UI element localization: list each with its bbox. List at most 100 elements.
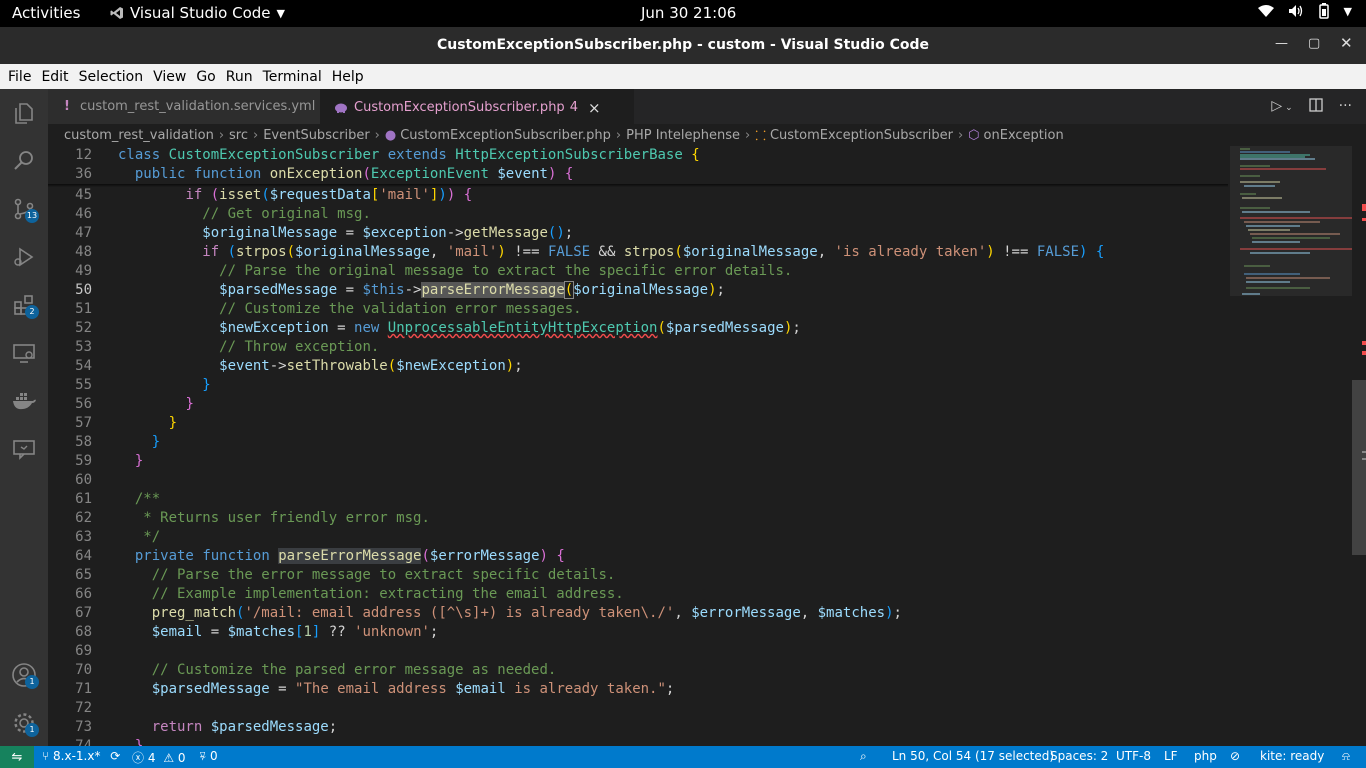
antenna-icon: ⍫	[199, 749, 207, 763]
activity-bar: 13 2 1 1	[0, 89, 48, 746]
code-line: 55 }	[75, 377, 211, 393]
encoding[interactable]: UTF-8	[1116, 749, 1151, 763]
code-editor[interactable]: 12 class CustomExceptionSubscriber extend…	[48, 146, 1228, 746]
chevron-right-icon: ›	[218, 127, 225, 143]
kite-status[interactable]: kite: ready	[1260, 749, 1324, 763]
ports-count: 0	[210, 749, 218, 763]
breadcrumb-item[interactable]: CustomExceptionSubscriber	[770, 128, 953, 143]
remote-indicator[interactable]: ⇋	[0, 746, 34, 768]
ports-indicator[interactable]: ⍫ 0	[199, 749, 218, 764]
breadcrumb-item[interactable]: PHP Intelephense	[626, 128, 740, 143]
end-of-line[interactable]: LF	[1164, 749, 1178, 763]
chat-button[interactable]	[0, 429, 48, 469]
code-line: 62 * Returns user friendly error msg.	[75, 510, 430, 526]
app-name: Visual Studio Code	[130, 4, 271, 22]
menu-edit[interactable]: Edit	[41, 69, 68, 85]
chevron-right-icon: ›	[615, 127, 622, 143]
menu-help[interactable]: Help	[332, 69, 364, 85]
battery-icon	[1318, 3, 1329, 19]
menu-selection[interactable]: Selection	[79, 69, 144, 85]
menu-file[interactable]: File	[8, 69, 31, 85]
tab-services-yml[interactable]: ! custom_rest_validation.services.yml	[48, 89, 320, 124]
code-line: 69	[75, 643, 92, 659]
code-line: 46 // Get original msg.	[75, 206, 371, 222]
chevron-right-icon: ›	[374, 127, 380, 143]
run-debug-button[interactable]	[0, 237, 48, 277]
code-line: 71 $parsedMessage = "The email address $…	[75, 681, 675, 697]
class-symbol-icon: ⸬	[755, 129, 766, 144]
more-actions-icon[interactable]: ···	[1339, 98, 1352, 114]
explorer-button[interactable]	[0, 93, 48, 133]
git-branch-icon: ⑂	[42, 749, 50, 763]
tab-close-button[interactable]: ×	[588, 99, 601, 117]
php-file-icon	[335, 103, 347, 113]
split-editor-icon[interactable]	[1308, 98, 1323, 112]
code-line: 73 return $parsedMessage;	[75, 719, 338, 735]
search-button[interactable]	[0, 141, 48, 181]
code-line: 60	[75, 472, 92, 488]
indentation[interactable]: Spaces: 2	[1050, 749, 1108, 763]
tab-problem-count: 4	[569, 100, 578, 115]
docker-button[interactable]	[0, 381, 48, 421]
close-icon[interactable]: ✕	[1340, 34, 1353, 52]
menu-run[interactable]: Run	[226, 69, 253, 85]
status-bar: ⇋ ⑂ 8.x-1.x* ⟳ ⓧ 4 ⚠ 0 ⍫ 0 ⌕ Ln 50, Col …	[0, 746, 1366, 768]
code-line: 47 $originalMessage = $exception->getMes…	[75, 225, 574, 241]
branch-indicator[interactable]: ⑂ 8.x-1.x* ⟳	[42, 749, 120, 763]
breadcrumb-item[interactable]: CustomExceptionSubscriber.php	[400, 128, 611, 143]
maximize-icon[interactable]: ▢	[1308, 36, 1320, 51]
problems-indicator[interactable]: ⓧ 4 ⚠ 0	[132, 749, 186, 766]
menu-go[interactable]: Go	[196, 69, 215, 85]
breadcrumb: custom_rest_validation › src › EventSubscr…	[48, 124, 1366, 146]
search-icon	[14, 151, 33, 170]
extensions-badge: 2	[25, 305, 39, 319]
sync-icon: ⟳	[110, 749, 121, 763]
app-menu[interactable]: Visual Studio Code ▼	[110, 4, 285, 22]
code-line: 61 /**	[75, 491, 161, 507]
zoom-icon[interactable]: ⌕	[860, 749, 867, 764]
breadcrumb-item[interactable]: custom_rest_validation	[64, 128, 214, 143]
method-symbol-icon: ⬡	[968, 127, 980, 143]
language-mode[interactable]: php	[1194, 749, 1217, 763]
breadcrumb-item[interactable]: src	[229, 128, 248, 143]
cursor-position[interactable]: Ln 50, Col 54 (17 selected)	[892, 749, 1054, 763]
menu-terminal[interactable]: Terminal	[263, 69, 322, 85]
accounts-button[interactable]: 1	[0, 655, 48, 695]
code-line: 59 }	[75, 453, 144, 469]
clock[interactable]: Jun 30 21:06	[641, 4, 736, 22]
breadcrumb-item[interactable]: onException	[984, 128, 1064, 143]
chat-icon	[13, 440, 35, 460]
extensions-button[interactable]: 2	[0, 285, 48, 325]
code-line: 68 $email = $matches[1] ?? 'unknown';	[75, 624, 439, 640]
code-line: 57 }	[75, 415, 178, 431]
chevron-down-icon: ▼	[276, 6, 285, 20]
manage-button[interactable]: 1	[0, 703, 48, 743]
activities-button[interactable]: Activities	[12, 4, 80, 22]
settings-badge: 1	[25, 723, 39, 737]
source-control-button[interactable]: 13	[0, 189, 48, 229]
code-line: 66 // Example implementation: extracting…	[75, 586, 624, 602]
run-icon[interactable]: ▷ ⌄	[1271, 98, 1292, 114]
tab-custom-exception-subscriber[interactable]: CustomExceptionSubscriber.php 4 ×	[320, 89, 634, 125]
notifications-off-icon[interactable]: ⊘	[1230, 749, 1240, 763]
tab-label: CustomExceptionSubscriber.php	[354, 100, 565, 115]
minimap[interactable]	[1230, 146, 1352, 746]
menu-view[interactable]: View	[153, 69, 186, 85]
minimize-icon[interactable]: —	[1275, 36, 1288, 51]
code-line: 54 $event->setThrowable($newException);	[75, 358, 523, 374]
error-count: 4	[147, 751, 156, 765]
bell-icon[interactable]: ⍾	[1342, 749, 1350, 764]
window-titlebar: CustomExceptionSubscriber.php - custom -…	[0, 27, 1366, 64]
error-icon: ⓧ	[132, 751, 145, 765]
chevron-right-icon: ›	[253, 127, 259, 143]
code-line: 72	[75, 700, 92, 716]
code-line: 58 }	[75, 434, 161, 450]
remote-explorer-button[interactable]	[0, 333, 48, 373]
code-line: 70 // Customize the parsed error message…	[75, 662, 557, 678]
system-tray[interactable]: ▼	[1257, 3, 1352, 19]
code-line: 45 if (isset($requestData['mail'])) {	[75, 187, 473, 203]
breadcrumb-item[interactable]: EventSubscriber	[263, 128, 369, 143]
code-line: 67 preg_match('/mail: email address ([^\…	[75, 605, 902, 621]
vertical-scrollbar[interactable]	[1352, 146, 1366, 746]
code-line: 52 $newException = new UnprocessableEnti…	[75, 320, 801, 336]
